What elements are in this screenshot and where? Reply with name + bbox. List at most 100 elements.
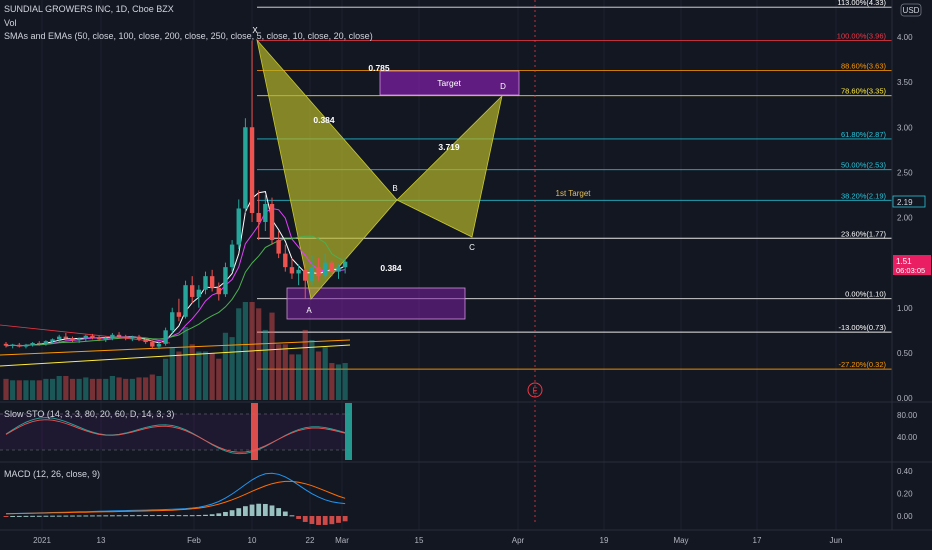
macd-histogram-bar bbox=[316, 516, 321, 525]
pattern-point-b: B bbox=[392, 184, 397, 193]
volume-bar bbox=[3, 378, 9, 400]
volume-bar bbox=[136, 377, 142, 400]
macd-legend[interactable]: MACD (12, 26, close, 9) bbox=[4, 469, 100, 479]
macd-tick-label: 0.40 bbox=[897, 467, 913, 476]
sto-tick-label: 40.00 bbox=[897, 433, 918, 442]
target-label: Target bbox=[437, 78, 461, 88]
fib-label-5: 50.00%(2.53) bbox=[841, 161, 887, 170]
macd-histogram-bar bbox=[342, 516, 348, 522]
candle-body bbox=[50, 339, 55, 342]
macd-histogram-bar bbox=[209, 514, 215, 516]
macd-histogram-bar bbox=[302, 516, 308, 522]
volume-bar bbox=[209, 352, 215, 400]
macd-histogram-bar bbox=[223, 511, 228, 516]
trading-chart[interactable]: 113.00%(4.33) 100.00%(3.96) 88.60%(3.63) 78… bbox=[0, 0, 932, 550]
volume-bar bbox=[89, 378, 96, 400]
candle-body bbox=[83, 335, 88, 339]
volume-bar bbox=[269, 312, 275, 400]
candle-body bbox=[43, 341, 49, 344]
volume-bar bbox=[262, 329, 268, 400]
pattern-ratio-1: 0.785 bbox=[368, 63, 390, 73]
volume-bar bbox=[63, 375, 69, 400]
candle-body bbox=[150, 342, 155, 347]
macd-histogram-bar bbox=[203, 514, 208, 516]
macd-histogram-bar bbox=[116, 515, 122, 517]
macd-histogram-bar bbox=[123, 515, 129, 517]
candle-body bbox=[236, 208, 241, 245]
candle-body bbox=[229, 244, 235, 268]
macd-histogram-bar bbox=[10, 515, 16, 517]
fib-label-8: 0.00%(1.10) bbox=[845, 290, 886, 299]
volume-bar bbox=[309, 339, 315, 400]
candle-body bbox=[23, 344, 29, 347]
macd-histogram-bar bbox=[183, 515, 188, 517]
macd-histogram-bar bbox=[56, 515, 62, 517]
volume-bar bbox=[202, 351, 209, 400]
candle-body bbox=[283, 253, 288, 268]
volume-bar bbox=[109, 375, 115, 400]
fib-label-1: 100.00%(3.96) bbox=[837, 32, 887, 41]
symbol-title[interactable]: SUNDIAL GROWERS INC, 1D, Cboe BZX bbox=[4, 4, 174, 14]
candle-body bbox=[156, 343, 162, 347]
volume-bar bbox=[23, 380, 29, 400]
candle-body bbox=[17, 344, 22, 347]
time-tick-label: 2021 bbox=[33, 536, 51, 545]
macd-histogram-bar bbox=[156, 515, 162, 517]
sto-legend[interactable]: Slow STO (14, 3, 3, 80, 20, 60, D, 14, 3… bbox=[4, 409, 174, 419]
macd-histogram-bar bbox=[76, 515, 82, 517]
price-tick-label: 3.50 bbox=[897, 78, 913, 87]
candle-body bbox=[116, 334, 122, 337]
time-tick-label: Feb bbox=[187, 536, 201, 545]
pattern-ratio-2: 3.719 bbox=[438, 142, 460, 152]
volume-bar bbox=[216, 358, 222, 400]
macd-histogram-bar bbox=[169, 515, 175, 517]
macd-histogram-bar bbox=[243, 506, 248, 516]
sto-band bbox=[0, 414, 350, 450]
fib-label-9: -13.00%(0.73) bbox=[838, 323, 886, 332]
candle-body bbox=[110, 334, 115, 338]
candle-body bbox=[90, 335, 95, 338]
volume-legend[interactable]: Vol bbox=[4, 18, 17, 28]
time-tick-label: May bbox=[673, 536, 688, 545]
candle-body bbox=[76, 338, 82, 341]
volume-bar bbox=[289, 354, 295, 400]
macd-histogram-bar bbox=[256, 503, 262, 516]
volume-bar bbox=[189, 344, 195, 400]
macd-histogram-bar bbox=[50, 515, 55, 517]
ma-legend[interactable]: SMAs and EMAs (50, close, 100, close, 20… bbox=[4, 31, 373, 41]
time-tick-label: 19 bbox=[600, 536, 609, 545]
candle-body bbox=[57, 336, 62, 340]
macd-histogram-bar bbox=[276, 508, 282, 516]
macd-histogram-bar bbox=[282, 511, 288, 516]
marked-price-label: 2.19 bbox=[897, 198, 913, 207]
macd-histogram-bar bbox=[110, 515, 115, 517]
volume-bar bbox=[30, 380, 36, 400]
macd-histogram-bar bbox=[16, 515, 22, 517]
volume-bar bbox=[182, 327, 189, 400]
macd-histogram-bar bbox=[143, 515, 149, 517]
sto-signal-bar-green bbox=[345, 403, 352, 460]
candle-body bbox=[30, 342, 35, 345]
volume-bar bbox=[163, 358, 169, 400]
volume-bar bbox=[149, 374, 155, 400]
time-tick-label: 13 bbox=[97, 536, 106, 545]
pattern-point-d: D bbox=[500, 82, 506, 91]
pattern-ratio-0: 0.384 bbox=[313, 115, 335, 125]
macd-histogram-bar bbox=[336, 516, 341, 523]
macd-histogram-bar bbox=[96, 515, 102, 517]
macd-histogram-bar bbox=[70, 515, 75, 517]
macd-histogram-bar bbox=[196, 515, 202, 517]
macd-histogram-bar bbox=[103, 515, 109, 517]
candle-body bbox=[143, 339, 148, 343]
macd-histogram-bar bbox=[129, 515, 135, 517]
macd-histogram-bar bbox=[30, 515, 35, 517]
macd-histogram-bar bbox=[249, 504, 255, 516]
time-tick-label: Jun bbox=[830, 536, 843, 545]
volume-bar bbox=[103, 378, 109, 400]
time-tick-label: 17 bbox=[753, 536, 762, 545]
candle-body bbox=[196, 289, 202, 297]
macd-histogram-bar bbox=[309, 516, 315, 524]
macd-histogram-bar bbox=[43, 515, 49, 517]
macd-histogram-bar bbox=[163, 515, 168, 517]
candle-body bbox=[10, 344, 15, 346]
